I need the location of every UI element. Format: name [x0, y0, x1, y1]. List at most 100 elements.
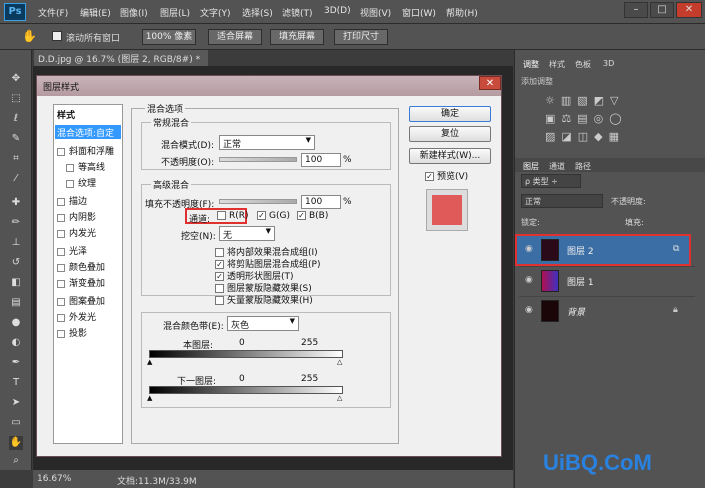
fill-screen-button[interactable]: 填充屏幕: [270, 29, 324, 45]
minimize-button[interactable]: –: [624, 2, 648, 18]
shape-tool-icon[interactable]: ▭: [9, 416, 23, 430]
brush-tool-icon[interactable]: ✏: [9, 216, 23, 230]
reset-button[interactable]: 复位: [409, 126, 491, 142]
gradient-tool-icon[interactable]: ▤: [9, 296, 23, 310]
lasso-tool-icon[interactable]: ℓ: [9, 112, 23, 126]
opacity-slider[interactable]: [219, 157, 297, 162]
new-style-button[interactable]: 新建样式(W)...: [409, 148, 491, 164]
style-gradient-overlay[interactable]: 渐变叠加: [55, 275, 121, 289]
style-blending-options[interactable]: 混合选项:自定: [55, 125, 121, 139]
fill-opacity-input[interactable]: 100: [301, 195, 341, 209]
menu-select[interactable]: 选择(S): [242, 6, 273, 19]
blend-mode-label: 混合模式(D):: [161, 141, 214, 151]
menu-help[interactable]: 帮助(H): [446, 6, 478, 19]
actual-pixels-button[interactable]: 100% 像素: [142, 29, 196, 45]
menu-file[interactable]: 文件(F): [38, 6, 68, 19]
quick-select-tool-icon[interactable]: ✎: [9, 132, 23, 146]
blend-if-select[interactable]: 灰色 ▼: [227, 316, 299, 331]
add-adjustment-label: 添加调整: [521, 77, 553, 86]
document-tab[interactable]: D.D.jpg @ 16.7% (图层 2, RGB/8#) *: [34, 50, 208, 66]
marquee-tool-icon[interactable]: ⬚: [9, 92, 23, 106]
style-satin[interactable]: 光泽: [55, 243, 121, 257]
underlying-white-handle[interactable]: △: [337, 394, 342, 402]
path-select-icon[interactable]: ➤: [9, 396, 23, 410]
right-panel: 调整 样式 色板 3D 添加调整 ☼▥▧◩▽ ▣⚖▤◎◯ ▨◪◫◆▦ 图层 通道 路…: [514, 50, 705, 488]
zoom-level[interactable]: 16.67%: [37, 474, 71, 484]
style-contour[interactable]: 等高线: [64, 159, 130, 173]
zoom-tool-icon[interactable]: ⌕: [9, 454, 23, 468]
style-pattern-overlay[interactable]: 图案叠加: [55, 293, 121, 307]
move-tool-icon[interactable]: ✥: [9, 72, 23, 86]
dodge-tool-icon[interactable]: ◐: [9, 336, 23, 350]
channel-g-checkbox[interactable]: ✓ G(G): [257, 211, 290, 221]
eraser-tool-icon[interactable]: ◧: [9, 276, 23, 290]
style-color-overlay[interactable]: 颜色叠加: [55, 259, 121, 273]
preview-checkbox[interactable]: ✓ 预览(V): [425, 169, 468, 182]
this-layer-black-handle[interactable]: ▲: [147, 358, 152, 366]
menu-edit[interactable]: 编辑(E): [80, 6, 111, 19]
visibility-eye-icon[interactable]: ◉: [525, 305, 537, 317]
style-texture[interactable]: 纹理: [64, 175, 130, 189]
style-stroke[interactable]: 描边: [55, 193, 121, 207]
opacity-label: 不透明度(O):: [161, 158, 215, 168]
underlying-black-handle[interactable]: ▲: [147, 394, 152, 402]
menu-window[interactable]: 窗口(W): [402, 6, 436, 19]
healing-tool-icon[interactable]: ✚: [9, 196, 23, 210]
scroll-all-checkbox[interactable]: [52, 31, 62, 41]
menu-3d[interactable]: 3D(D): [324, 6, 351, 16]
this-layer-gradient-slider[interactable]: [149, 350, 343, 358]
history-brush-icon[interactable]: ↺: [9, 256, 23, 270]
channel-b-checkbox[interactable]: ✓ B(B): [297, 211, 328, 221]
fill-opacity-pct: %: [343, 197, 352, 207]
menu-filter[interactable]: 滤镜(T): [282, 6, 313, 19]
option-vector-mask-hides[interactable]: 矢量蒙版隐藏效果(H): [215, 293, 313, 306]
print-size-button[interactable]: 打印尺寸: [334, 29, 388, 45]
tab-layers[interactable]: 图层: [523, 161, 539, 172]
channel-r-checkbox[interactable]: R(R): [217, 211, 249, 221]
stamp-tool-icon[interactable]: ⊥: [9, 236, 23, 250]
fit-screen-button[interactable]: 适合屏幕: [208, 29, 262, 45]
layer-row-2[interactable]: ◉ 图层 2 ⧉: [519, 236, 695, 264]
layer-kind-filter[interactable]: ρ 类型 ÷: [521, 174, 581, 188]
underlying-gradient-slider[interactable]: [149, 386, 343, 394]
status-bar: 16.67% 文档:11.3M/33.9M: [33, 470, 513, 488]
visibility-eye-icon[interactable]: ◉: [525, 275, 537, 287]
eyedropper-tool-icon[interactable]: ⁄: [9, 172, 23, 186]
layer-row-background[interactable]: ◉ 背景 🔒︎: [519, 296, 695, 324]
tab-swatches[interactable]: 色板: [575, 59, 591, 70]
style-bevel-emboss[interactable]: 斜面和浮雕: [55, 143, 121, 157]
fill-opacity-slider[interactable]: [219, 199, 297, 204]
menu-layer[interactable]: 图层(L): [160, 6, 190, 19]
menu-view[interactable]: 视图(V): [360, 6, 391, 19]
adjustment-icons[interactable]: ☼▥▧◩▽ ▣⚖▤◎◯ ▨◪◫◆▦: [545, 92, 665, 152]
hand-tool-icon[interactable]: ✋: [9, 436, 23, 450]
tab-channels[interactable]: 通道: [549, 161, 565, 172]
crop-tool-icon[interactable]: ⌗: [9, 152, 23, 166]
tab-paths[interactable]: 路径: [575, 161, 591, 172]
style-inner-glow[interactable]: 内发光: [55, 225, 121, 239]
pen-tool-icon[interactable]: ✒: [9, 356, 23, 370]
ok-button[interactable]: 确定: [409, 106, 491, 122]
maximize-button[interactable]: □: [650, 2, 674, 18]
layer-row-1[interactable]: ◉ 图层 1: [519, 266, 695, 294]
style-outer-glow[interactable]: 外发光: [55, 309, 121, 323]
opacity-input[interactable]: 100: [301, 153, 341, 167]
fill-label: 填充:: [625, 218, 644, 227]
tab-adjustments[interactable]: 调整: [523, 59, 539, 70]
knockout-select[interactable]: 无 ▼: [219, 226, 275, 241]
visibility-eye-icon[interactable]: ◉: [525, 244, 537, 256]
blend-mode-select[interactable]: 正常 ▼: [219, 135, 315, 150]
layer-blend-mode-select[interactable]: 正常: [521, 194, 603, 208]
type-tool-icon[interactable]: T: [9, 376, 23, 390]
dialog-close-button[interactable]: ✕: [479, 76, 501, 90]
close-window-button[interactable]: ✕: [676, 2, 702, 18]
opacity-pct: %: [343, 155, 352, 165]
tab-styles[interactable]: 样式: [549, 59, 565, 70]
style-drop-shadow[interactable]: 投影: [55, 325, 121, 339]
menu-image[interactable]: 图像(I): [120, 6, 148, 19]
style-inner-shadow[interactable]: 内阴影: [55, 209, 121, 223]
this-layer-white-handle[interactable]: △: [337, 358, 342, 366]
blur-tool-icon[interactable]: ●: [9, 316, 23, 330]
menu-type[interactable]: 文字(Y): [200, 6, 231, 19]
tab-3d[interactable]: 3D: [603, 59, 614, 68]
